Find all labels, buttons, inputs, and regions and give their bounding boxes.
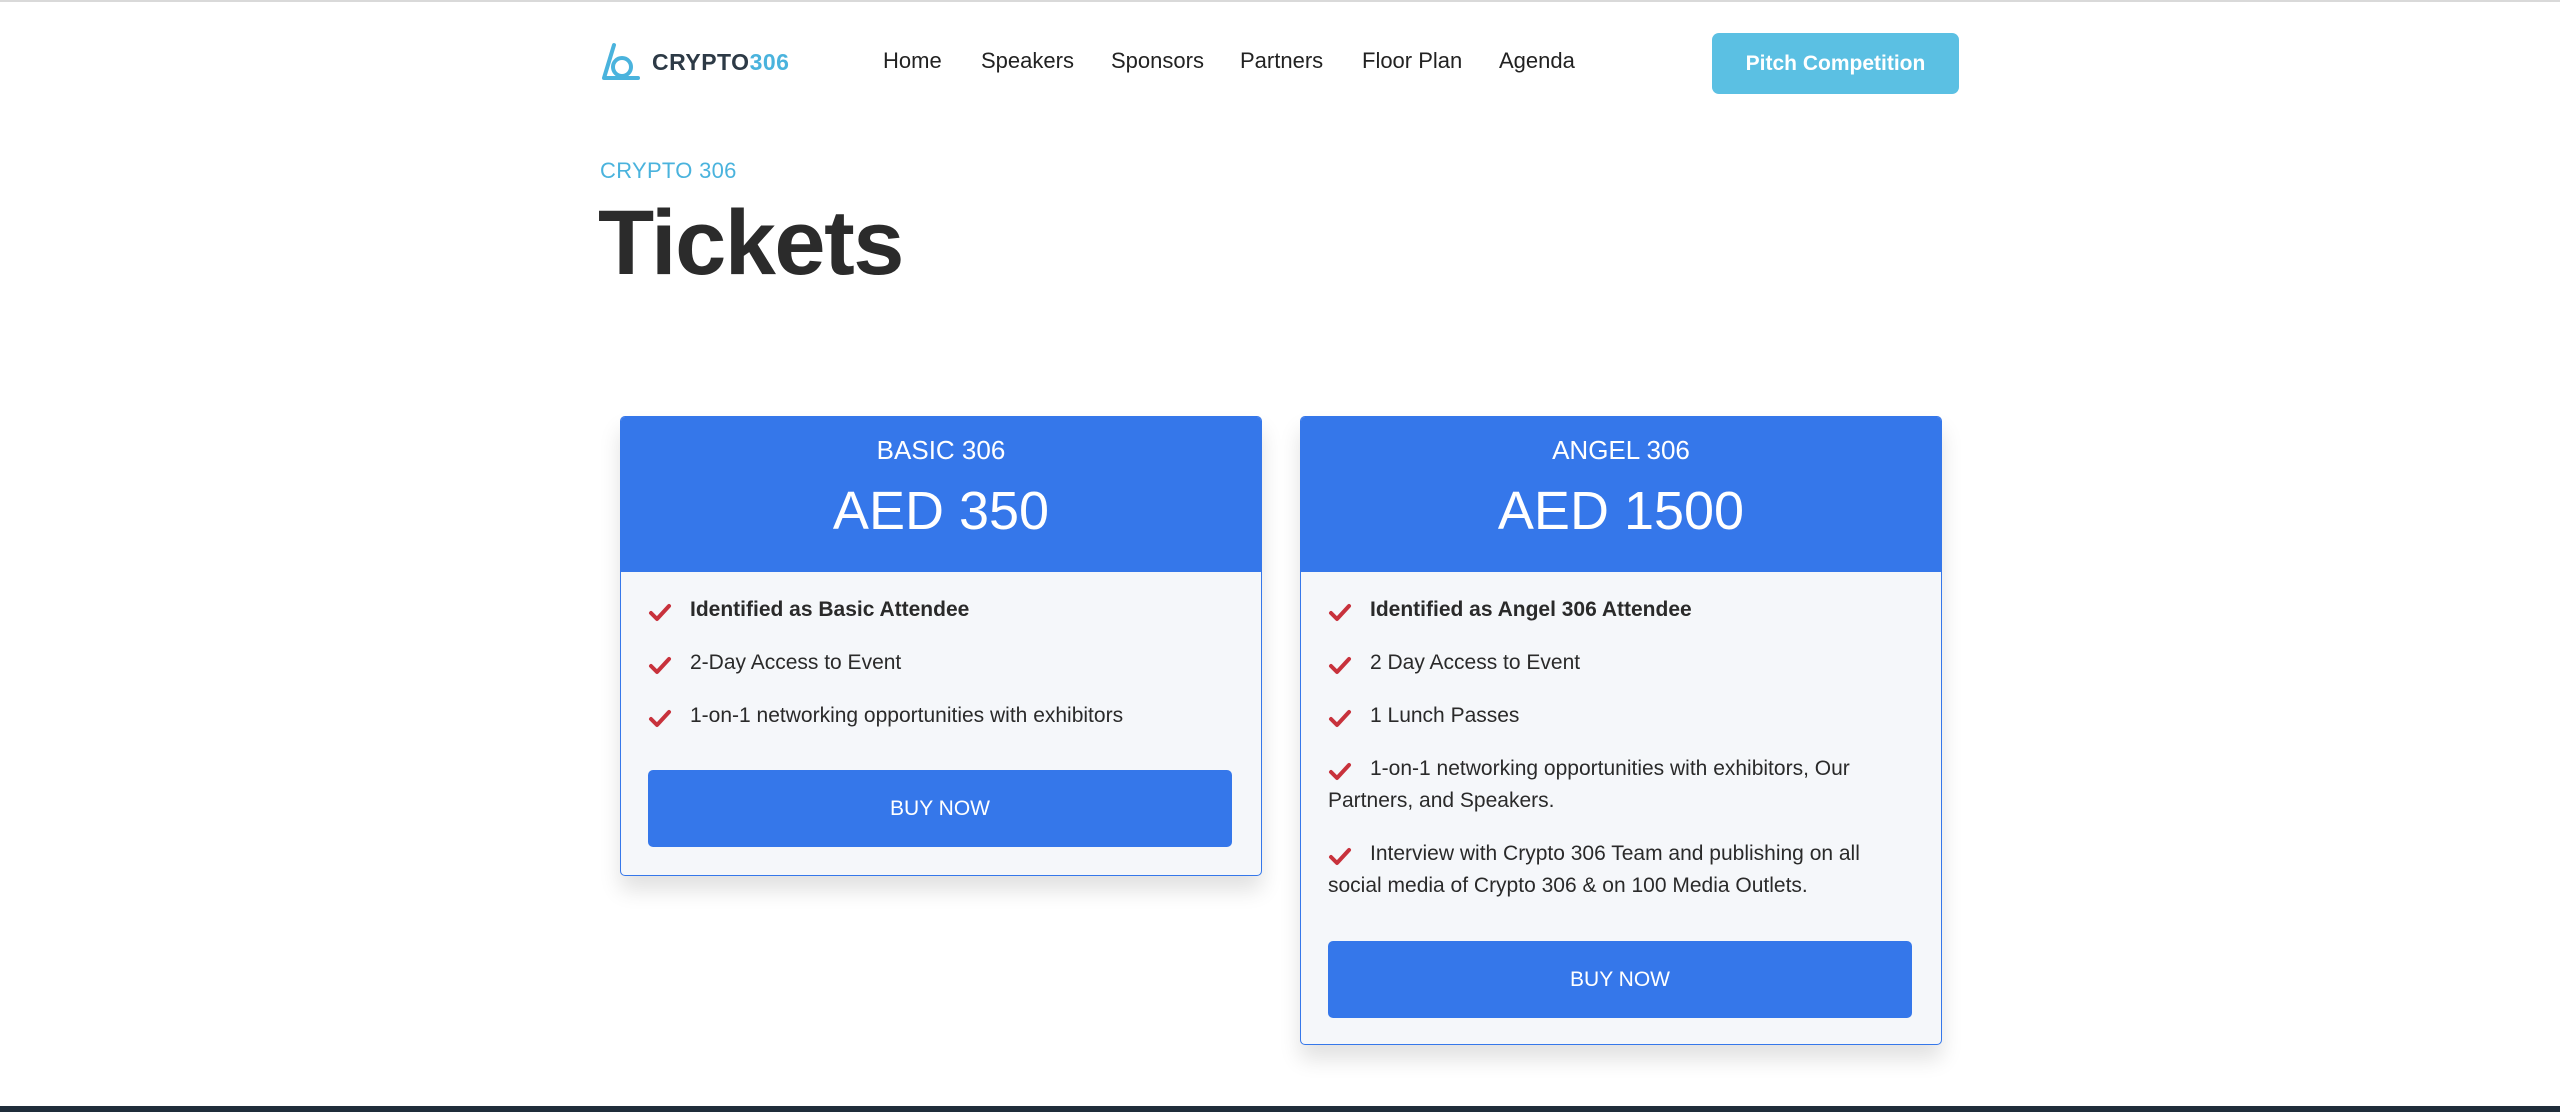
feature-text: 1-on-1 networking opportunities with exh… — [1328, 757, 1850, 812]
nav-home[interactable]: Home — [883, 46, 981, 76]
buy-now-button-angel[interactable]: BUY NOW — [1328, 941, 1912, 1018]
feature-item: 2-Day Access to Event — [648, 647, 1234, 679]
pitch-competition-button[interactable]: Pitch Competition — [1712, 33, 1959, 94]
check-icon — [1328, 845, 1352, 865]
feature-item: Interview with Crypto 306 Team and publi… — [1328, 838, 1914, 902]
feature-item: 2 Day Access to Event — [1328, 647, 1914, 679]
feature-item: 1-on-1 networking opportunities with exh… — [1328, 753, 1914, 817]
check-icon — [648, 654, 672, 674]
check-icon — [1328, 707, 1352, 727]
feature-text: 1-on-1 networking opportunities with exh… — [690, 704, 1124, 727]
nav-floor-plan[interactable]: Floor Plan — [1362, 46, 1499, 76]
check-icon — [648, 707, 672, 727]
nav-sponsors[interactable]: Sponsors — [1111, 46, 1240, 76]
feature-item: Identified as Angel 306 Attendee — [1328, 594, 1914, 626]
main-nav: Home Speakers Sponsors Partners Floor Pl… — [883, 46, 1589, 76]
feature-text: Identified as Basic Attendee — [690, 598, 970, 621]
buy-now-button-basic[interactable]: BUY NOW — [648, 770, 1232, 847]
site-logo[interactable]: CRYPTO306 — [600, 40, 789, 84]
ticket-header: BASIC 306 AED 350 — [621, 417, 1261, 572]
ticket-card-basic: BASIC 306 AED 350 Identified as Basic At… — [620, 416, 1262, 876]
feature-text: 2 Day Access to Event — [1370, 651, 1581, 674]
feature-text: 2-Day Access to Event — [690, 651, 902, 674]
feature-list: Identified as Angel 306 Attendee 2 Day A… — [1301, 572, 1941, 902]
section-eyebrow: CRYPTO 306 — [600, 158, 737, 183]
nav-speakers[interactable]: Speakers — [981, 46, 1111, 76]
nav-agenda[interactable]: Agenda — [1499, 46, 1589, 76]
ticket-price: AED 350 — [832, 481, 1050, 541]
feature-text: Identified as Angel 306 Attendee — [1370, 598, 1692, 621]
logo-wordmark: CRYPTO306 — [652, 48, 790, 75]
ticket-card-angel: ANGEL 306 AED 1500 Identified as Angel 3… — [1300, 416, 1942, 1045]
ticket-price: AED 1500 — [1497, 481, 1745, 541]
nav-partners[interactable]: Partners — [1240, 46, 1362, 76]
ticket-header: ANGEL 306 AED 1500 — [1301, 417, 1941, 572]
ticket-name: BASIC 306 — [876, 435, 1006, 465]
check-icon — [1328, 760, 1352, 780]
crypto306-logo-icon — [600, 42, 642, 82]
feature-text: Interview with Crypto 306 Team and publi… — [1328, 842, 1860, 897]
feature-text: 1 Lunch Passes — [1370, 704, 1520, 727]
page-title: Tickets — [598, 192, 904, 294]
feature-item: 1 Lunch Passes — [1328, 700, 1914, 732]
check-icon — [1328, 601, 1352, 621]
top-border — [0, 0, 2560, 2]
feature-list: Identified as Basic Attendee 2-Day Acces… — [621, 572, 1261, 732]
check-icon — [1328, 654, 1352, 674]
footer-edge — [0, 1106, 2560, 1112]
feature-item: 1-on-1 networking opportunities with exh… — [648, 700, 1234, 732]
ticket-name: ANGEL 306 — [1552, 435, 1690, 465]
check-icon — [648, 601, 672, 621]
feature-item: Identified as Basic Attendee — [648, 594, 1234, 626]
